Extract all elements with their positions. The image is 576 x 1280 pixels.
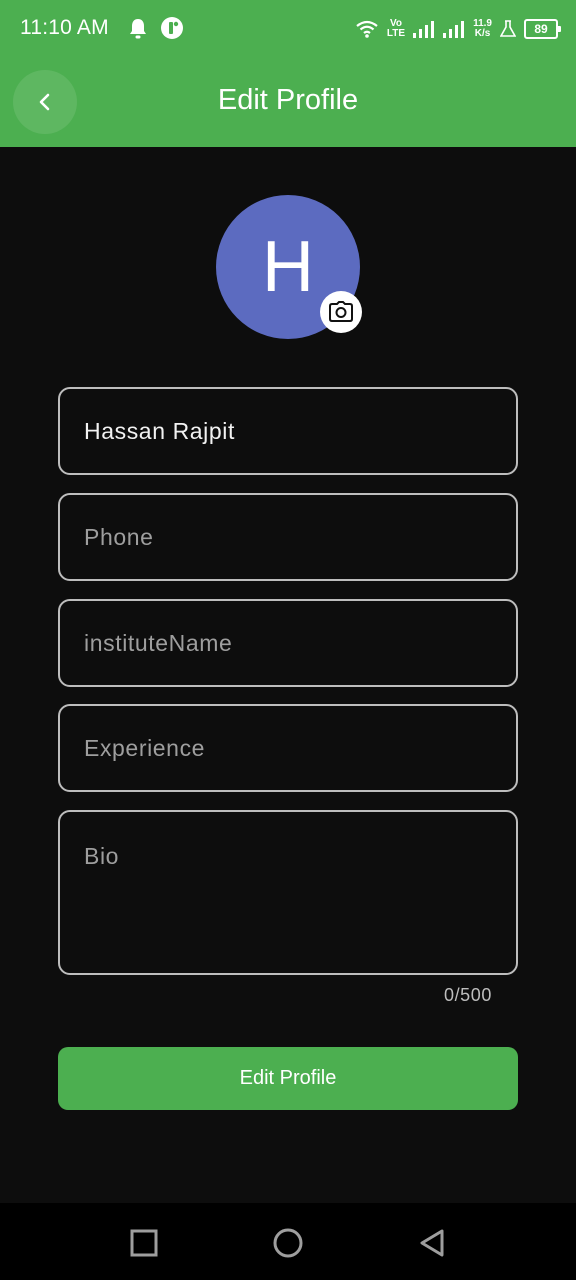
app-notification-icon <box>161 17 183 39</box>
bio-char-counter: 0/500 <box>443 985 492 1005</box>
status-time: 11:10 AM <box>20 16 109 39</box>
institute-field[interactable] <box>58 599 518 687</box>
bio-field[interactable] <box>58 810 518 975</box>
status-icons: Vo LTE 11.9 K/s 89 <box>355 14 561 44</box>
bio-textarea[interactable] <box>84 842 484 962</box>
square-icon <box>130 1229 158 1257</box>
edit-profile-button[interactable]: Edit Profile <box>58 1047 518 1110</box>
wifi-icon <box>356 20 378 38</box>
battery-indicator: 89 <box>524 19 561 39</box>
experience-input[interactable] <box>84 706 484 790</box>
screen: 11:10 AM Vo LTE 11.9 K/s 89 Edit Profile… <box>0 0 576 1280</box>
status-bar: 11:10 AM Vo LTE 11.9 K/s 89 <box>0 0 576 58</box>
top-bar: 11:10 AM Vo LTE 11.9 K/s 89 Edit Profile <box>0 0 576 147</box>
signal-icon-2 <box>443 21 465 38</box>
experience-field[interactable] <box>58 704 518 792</box>
phone-field[interactable] <box>58 493 518 581</box>
circle-icon <box>273 1228 303 1258</box>
net-speed-unit: K/s <box>474 28 491 39</box>
app-bar: Edit Profile <box>0 58 576 147</box>
camera-icon <box>329 301 353 322</box>
nav-back-button[interactable] <box>414 1225 450 1261</box>
volte-indicator: Vo LTE <box>387 19 405 39</box>
home-button[interactable] <box>270 1225 306 1261</box>
triangle-back-icon <box>420 1229 444 1257</box>
phone-input[interactable] <box>84 495 484 579</box>
name-input[interactable] <box>84 389 484 473</box>
flask-icon <box>500 20 516 37</box>
name-field[interactable] <box>58 387 518 475</box>
change-photo-button[interactable] <box>320 291 362 333</box>
page-title: Edit Profile <box>217 84 359 116</box>
system-nav-bar <box>0 1203 576 1280</box>
bell-icon <box>130 19 146 39</box>
institute-input[interactable] <box>84 601 484 685</box>
recent-apps-button[interactable] <box>126 1225 162 1261</box>
net-speed: 11.9 K/s <box>473 19 492 39</box>
signal-icon-1 <box>413 21 435 38</box>
volte-bottom: LTE <box>386 28 406 39</box>
avatar-initial: H <box>262 227 314 307</box>
